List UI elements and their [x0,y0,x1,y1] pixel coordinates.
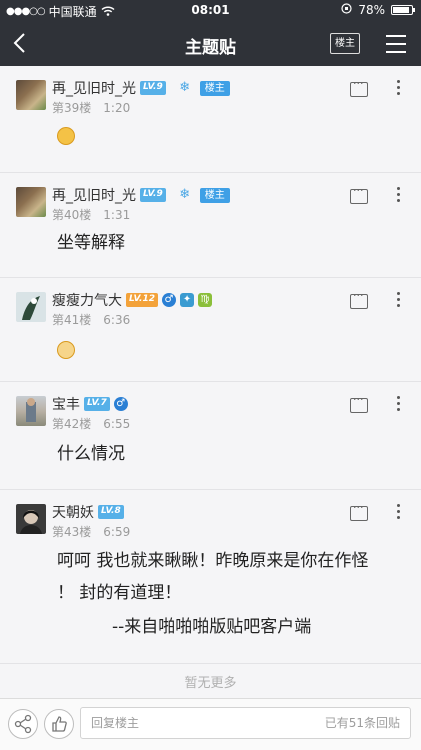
menu-button[interactable] [386,35,406,53]
nav-bar: 主题贴 楼主 [0,22,421,66]
share-button[interactable] [8,709,38,739]
post-time: 6:55 [103,417,131,431]
constellation-icon: ✦ [180,293,195,307]
virgo-icon: ♍ [198,293,213,307]
battery-icon [391,5,415,15]
post-content: 坐等解释 [57,233,125,253]
post-content-line: ！ 封的有道理！ [57,583,182,603]
post-item: 再_见旧时_光 LV.9 ❄ 楼主 第39楼 1:20 [0,66,421,173]
more-options-icon[interactable] [397,504,401,520]
orientation-lock-icon [341,3,352,17]
username[interactable]: 瘦瘦力气大 [52,290,122,310]
floor-number: 第39楼 [52,101,92,115]
floor-number: 第41楼 [52,313,92,327]
more-options-icon[interactable] [397,187,401,203]
post-item: 天朝妖 LV.8 第43楼 6:59 呵呵 我也就来瞅瞅！昨晚原来是你在作怪 ！ … [0,490,421,664]
member-icon: ❄ [179,187,191,202]
member-icon: ❄ [179,80,191,95]
surprised-emoji-icon [57,341,75,359]
reply-input[interactable]: 回复楼主 已有51条回贴 [80,707,411,739]
post-signature: --来自啪啪啪版贴吧客户端 [112,617,312,637]
male-icon: ♂ [113,397,128,411]
level-badge: LV.9 [140,81,166,95]
floor-number: 第40楼 [52,208,92,222]
post-time: 6:36 [103,313,131,327]
battery-percent: 78% [358,3,385,17]
reply-icon[interactable] [350,77,368,97]
post-time: 1:20 [103,101,131,115]
avatar[interactable] [16,80,46,110]
post-content: 什么情况 [57,444,125,464]
level-badge: LV.9 [140,188,166,202]
like-button[interactable] [44,709,74,739]
avatar[interactable] [16,396,46,426]
more-options-icon[interactable] [397,80,401,96]
reply-icon[interactable] [350,393,368,413]
avatar[interactable] [16,504,46,534]
level-badge: LV.12 [126,293,159,307]
post-time: 6:59 [103,525,131,539]
level-badge: LV.8 [98,505,124,519]
smile-emoji-icon [57,127,75,145]
owner-badge: 楼主 [199,187,230,203]
username[interactable]: 再_见旧时_光 [52,78,136,98]
level-badge: LV.7 [84,397,110,411]
male-icon: ♂ [162,293,177,307]
reply-icon[interactable] [350,184,368,204]
post-item: 再_见旧时_光 LV.9 ❄ 楼主 第40楼 1:31 坐等解释 [0,173,421,278]
username[interactable]: 宝丰 [52,394,80,414]
reply-count: 已有51条回贴 [324,716,400,730]
post-content-line: 呵呵 我也就来瞅瞅！昨晚原来是你在作怪 [57,551,369,571]
thumbs-up-icon [52,716,67,732]
share-icon [14,714,32,734]
floor-number: 第42楼 [52,417,92,431]
reply-icon[interactable] [350,501,368,521]
avatar[interactable] [16,292,46,322]
no-more-label: 暂无更多 [184,676,237,691]
more-options-icon[interactable] [397,292,401,308]
post-time: 1:31 [103,208,131,222]
bottom-bar: 回复楼主 已有51条回贴 [0,698,421,750]
username[interactable]: 再_见旧时_光 [52,185,136,205]
status-bar: ●●●○○ 中国联通 08:01 78% [0,0,421,22]
username[interactable]: 天朝妖 [52,502,94,522]
reply-icon[interactable] [350,289,368,309]
floor-number: 第43楼 [52,525,92,539]
post-item: 瘦瘦力气大 LV.12 ♂ ✦ ♍ 第41楼 6:36 [0,278,421,382]
more-options-icon[interactable] [397,396,401,412]
post-item: 宝丰 LV.7 ♂ 第42楼 6:55 什么情况 [0,382,421,490]
reply-placeholder: 回复楼主 [91,716,140,730]
avatar[interactable] [16,187,46,217]
only-owner-button[interactable]: 楼主 [330,33,360,54]
owner-badge: 楼主 [199,80,230,96]
